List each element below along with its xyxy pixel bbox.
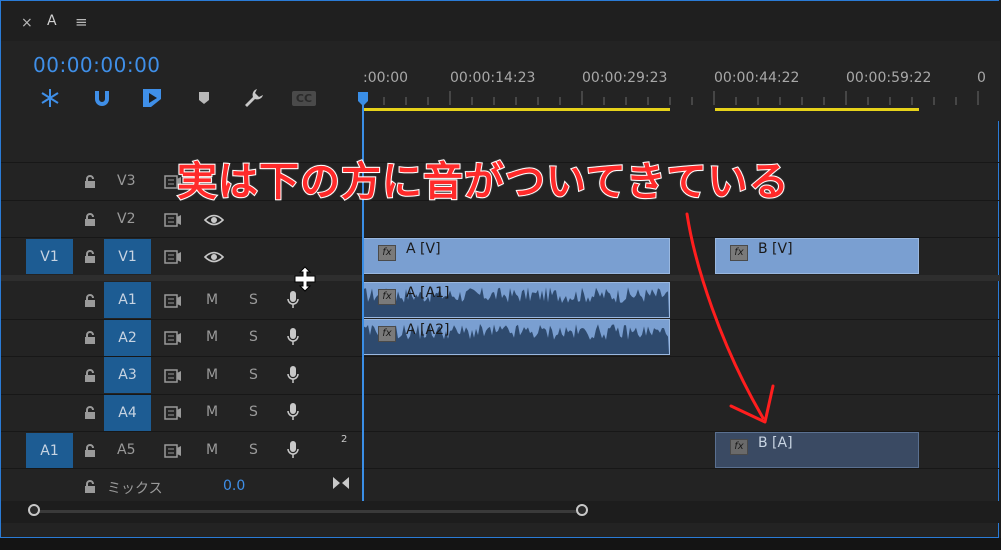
track-name[interactable]: A5 <box>117 442 135 458</box>
ruler-label: 00:00:44:22 <box>714 70 800 86</box>
track-header-a2: A2 M S <box>1 319 363 356</box>
lock-icon[interactable] <box>83 480 97 494</box>
solo-button[interactable]: S <box>249 367 258 383</box>
snap-insert-icon <box>41 89 59 107</box>
snap-button[interactable] <box>89 85 115 111</box>
microphone-icon[interactable] <box>286 440 300 460</box>
source-patch-a1[interactable]: A1 <box>26 433 73 468</box>
captions-icon: CC <box>291 90 317 106</box>
playhead-timecode[interactable]: 00:00:00:00 <box>33 53 161 77</box>
add-marker-button[interactable] <box>191 85 217 111</box>
track-header-a3: A3 M S <box>1 357 363 394</box>
track-name[interactable]: A4 <box>104 395 151 431</box>
sequence-tab-title[interactable]: A <box>47 13 57 29</box>
sync-lock-icon[interactable] <box>164 369 182 383</box>
video-audio-divider[interactable] <box>1 275 1000 281</box>
magnet-icon <box>95 91 109 106</box>
panel-header: × A ≡ <box>1 1 1000 41</box>
playhead-handle-icon[interactable] <box>357 91 369 107</box>
clip-a-audio-2[interactable]: fx A [A2] <box>363 319 670 355</box>
lock-icon[interactable] <box>83 444 97 458</box>
zoom-handle-right[interactable] <box>576 504 588 516</box>
snap-insert-button[interactable] <box>37 85 63 111</box>
mute-button[interactable]: M <box>206 367 218 383</box>
track-name[interactable]: A2 <box>104 320 151 356</box>
solo-button[interactable]: S <box>249 329 258 345</box>
linked-selection-button[interactable] <box>139 85 165 111</box>
channel-count-badge: 2 <box>341 434 348 445</box>
panel-menu-icon[interactable]: ≡ <box>75 13 88 31</box>
fx-badge-icon[interactable]: fx <box>730 439 748 455</box>
solo-button[interactable]: S <box>249 442 258 458</box>
clip-label: A [V] <box>406 241 441 257</box>
ruler-label: 0 <box>977 70 986 86</box>
clip-a-audio-1[interactable]: fx A [A1] <box>363 282 670 318</box>
close-tab-icon[interactable]: × <box>21 15 33 31</box>
sync-lock-icon[interactable] <box>164 444 182 458</box>
bottom-strip <box>0 538 1001 550</box>
fx-badge-icon[interactable]: fx <box>378 245 396 261</box>
render-bar-rendered <box>363 108 670 111</box>
captions-button[interactable]: CC <box>291 85 317 111</box>
timeline-settings-button[interactable] <box>241 85 267 111</box>
source-patch-v1[interactable]: V1 <box>26 239 73 274</box>
go-to-end-icon[interactable] <box>332 475 350 491</box>
lock-icon[interactable] <box>83 213 97 227</box>
marker-icon <box>199 92 209 104</box>
eye-icon[interactable] <box>204 250 224 264</box>
track-header-a5: A1 A5 M S 2 <box>1 432 363 469</box>
mute-button[interactable]: M <box>206 442 218 458</box>
fx-badge-icon[interactable]: fx <box>378 326 396 342</box>
wrench-icon <box>245 89 263 107</box>
track-header-a4: A4 M S <box>1 394 363 431</box>
microphone-icon[interactable] <box>286 365 300 385</box>
zoom-handle-left[interactable] <box>28 504 40 516</box>
fx-badge-icon[interactable]: fx <box>378 289 396 305</box>
clip-b-audio[interactable]: fx B [A] <box>715 432 919 468</box>
lock-icon[interactable] <box>83 250 97 264</box>
track-name[interactable]: A3 <box>104 357 151 393</box>
solo-button[interactable]: S <box>249 292 258 308</box>
render-bar-rendered <box>715 108 919 111</box>
mix-volume-value[interactable]: 0.0 <box>223 478 245 494</box>
lock-icon[interactable] <box>83 406 97 420</box>
mix-label: ミックス <box>107 481 163 497</box>
track-name[interactable]: A1 <box>104 282 151 318</box>
eye-icon[interactable] <box>204 213 224 227</box>
lock-icon[interactable] <box>83 369 97 383</box>
ruler-label: 00:00:29:23 <box>582 70 668 86</box>
track-name[interactable]: V3 <box>117 173 135 189</box>
track-name[interactable]: V1 <box>104 239 151 274</box>
lock-icon[interactable] <box>83 175 97 189</box>
ruler-label: 00:00:59:22 <box>846 70 932 86</box>
mute-button[interactable]: M <box>206 404 218 420</box>
microphone-icon[interactable] <box>286 402 300 422</box>
mute-button[interactable]: M <box>206 292 218 308</box>
annotation-arrow <box>685 212 775 424</box>
ruler-ticks <box>383 91 979 105</box>
linked-selection-icon <box>143 89 161 107</box>
sync-lock-icon[interactable] <box>164 250 182 264</box>
clip-label: A [A1] <box>406 285 450 301</box>
sync-lock-icon[interactable] <box>164 331 182 345</box>
clip-label: A [A2] <box>406 322 450 338</box>
sync-lock-icon[interactable] <box>164 213 182 227</box>
microphone-icon[interactable] <box>286 290 300 310</box>
lock-icon[interactable] <box>83 294 97 308</box>
zoom-scrollbar[interactable] <box>35 510 583 513</box>
resize-cursor-icon <box>294 266 316 292</box>
sync-lock-icon[interactable] <box>164 406 182 420</box>
track-name[interactable]: V2 <box>117 211 135 227</box>
annotation-text: 実は下の方に音がついてきている <box>176 158 790 206</box>
ruler-label: 00:00:14:23 <box>450 70 536 86</box>
timeline-panel: × A ≡ 00:00:00:00 CC :00:00 00:00:14:23 … <box>0 0 1000 538</box>
clip-label: B [A] <box>758 435 793 451</box>
microphone-icon[interactable] <box>286 327 300 347</box>
sync-lock-icon[interactable] <box>164 294 182 308</box>
clip-a-video[interactable]: fx A [V] <box>363 238 670 274</box>
ruler-label: :00:00 <box>363 70 409 86</box>
solo-button[interactable]: S <box>249 404 258 420</box>
mute-button[interactable]: M <box>206 329 218 345</box>
lock-icon[interactable] <box>83 331 97 345</box>
